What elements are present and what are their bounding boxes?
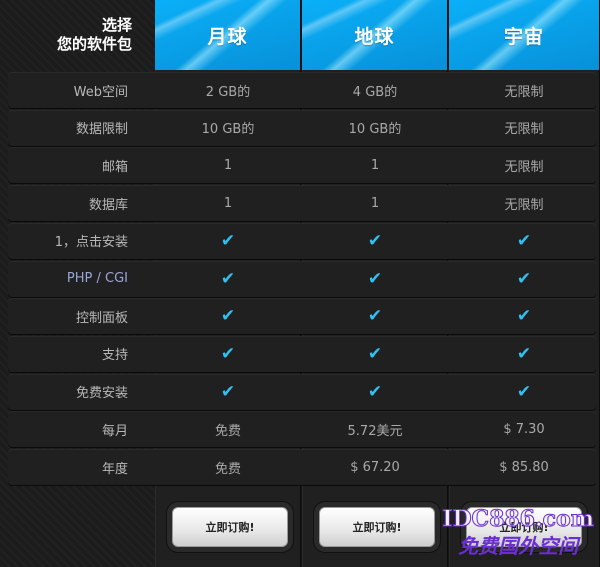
check-icon: ✔ <box>367 306 383 327</box>
plan-header-universe: 宇宙 <box>449 0 600 70</box>
watermark: IDC886.com 免费国外空间 <box>442 506 595 559</box>
row-value: 10 GB的 <box>348 122 402 138</box>
check-icon: ✔ <box>516 268 532 289</box>
table-row: PHP / CGI ✔ ✔ ✔ <box>8 260 596 297</box>
buy-button-earth[interactable]: 立即订购! <box>319 507 435 547</box>
row-value: 2 GB的 <box>205 84 251 100</box>
row-label: 支持 <box>101 348 128 364</box>
row-label: 数据库 <box>88 197 128 213</box>
table-row: 控制面板 ✔ ✔ ✔ <box>8 298 596 335</box>
table-row: 支持 ✔ ✔ ✔ <box>8 335 596 372</box>
row-value: 免费 <box>214 423 241 439</box>
row-value: 1 <box>223 195 233 211</box>
row-value: 无限制 <box>504 197 544 213</box>
table-row: 免费安装 ✔ ✔ ✔ <box>8 373 596 410</box>
row-value: 免费 <box>214 461 241 477</box>
check-icon: ✔ <box>367 343 383 364</box>
row-label: Web空间 <box>73 84 128 100</box>
row-value: 1 <box>370 157 380 173</box>
row-value: 5.72美元 <box>347 423 403 439</box>
check-icon: ✔ <box>367 230 383 251</box>
check-icon: ✔ <box>367 381 383 402</box>
row-label: 免费安装 <box>75 386 128 402</box>
row-value: 4 GB的 <box>352 84 398 100</box>
watermark-line2: 免费国外空间 <box>458 534 579 558</box>
row-label: 年度 <box>101 461 128 477</box>
row-label: PHP / CGI <box>66 271 128 286</box>
check-icon: ✔ <box>367 268 383 289</box>
table-row: 年度 免费 $ 67.20 $ 85.80 <box>8 449 596 485</box>
table-row: Web空间 2 GB的 4 GB的 无限制 <box>8 72 596 108</box>
table-row: 数据库 1 1 无限制 <box>8 185 596 222</box>
row-value: 1 <box>370 195 380 211</box>
row-value: 无限制 <box>504 84 544 100</box>
row-value: 无限制 <box>504 159 544 175</box>
row-value: 10 GB的 <box>201 122 255 138</box>
check-icon: ✔ <box>516 381 532 402</box>
check-icon: ✔ <box>220 306 236 327</box>
check-icon: ✔ <box>516 306 532 327</box>
table-row: 每月 免费 5.72美元 $ 7.30 <box>8 411 596 448</box>
check-icon: ✔ <box>220 381 236 402</box>
row-label: 控制面板 <box>75 310 128 326</box>
sidebar-title: 选择 您的软件包 <box>0 0 156 70</box>
plan-header-earth: 地球 <box>302 0 448 70</box>
buy-button-moon[interactable]: 立即订购! <box>172 507 288 547</box>
table-row: 数据限制 10 GB的 10 GB的 无限制 <box>8 109 596 146</box>
check-icon: ✔ <box>516 230 532 251</box>
row-label: 每月 <box>101 423 128 439</box>
row-value: 无限制 <box>504 122 544 138</box>
table-row: 1，点击安装 ✔ ✔ ✔ <box>8 222 596 259</box>
check-icon: ✔ <box>220 230 236 251</box>
row-label: 数据限制 <box>75 122 128 138</box>
row-value: 1 <box>223 157 233 173</box>
sidebar-title-line2: 您的软件包 <box>56 35 132 53</box>
watermark-line1: IDC886.com <box>442 506 595 533</box>
row-value: $ 85.80 <box>499 459 549 475</box>
check-icon: ✔ <box>220 343 236 364</box>
row-label: 1，点击安装 <box>54 235 128 251</box>
row-label: 邮箱 <box>101 159 128 175</box>
sidebar-title-line1: 选择 <box>101 16 132 34</box>
check-icon: ✔ <box>220 268 236 289</box>
plan-header-moon: 月球 <box>155 0 301 70</box>
check-icon: ✔ <box>516 343 532 364</box>
row-value: $ 67.20 <box>350 459 400 475</box>
table-row: 邮箱 1 1 无限制 <box>8 147 596 184</box>
row-value: $ 7.30 <box>503 421 545 437</box>
